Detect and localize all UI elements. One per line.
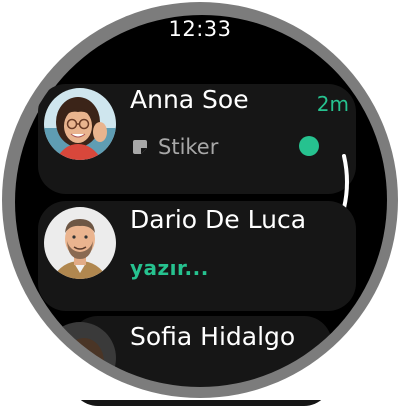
message-preview: Stiker (130, 135, 218, 159)
sticker-icon (133, 140, 147, 154)
typing-status: yazır... (130, 256, 209, 280)
contact-name: Sofia Hidalgo (130, 322, 296, 351)
contact-name: Dario De Luca (130, 205, 307, 234)
contact-name: Anna Soe (130, 85, 249, 114)
message-preview-text: Stiker (158, 135, 219, 159)
status-time: 12:33 (168, 17, 232, 41)
unread-indicator (299, 136, 319, 156)
avatar (44, 207, 116, 279)
avatar (44, 322, 116, 394)
scrollbar[interactable] (338, 152, 358, 212)
message-time: 2m (316, 92, 349, 116)
avatar (44, 88, 116, 160)
